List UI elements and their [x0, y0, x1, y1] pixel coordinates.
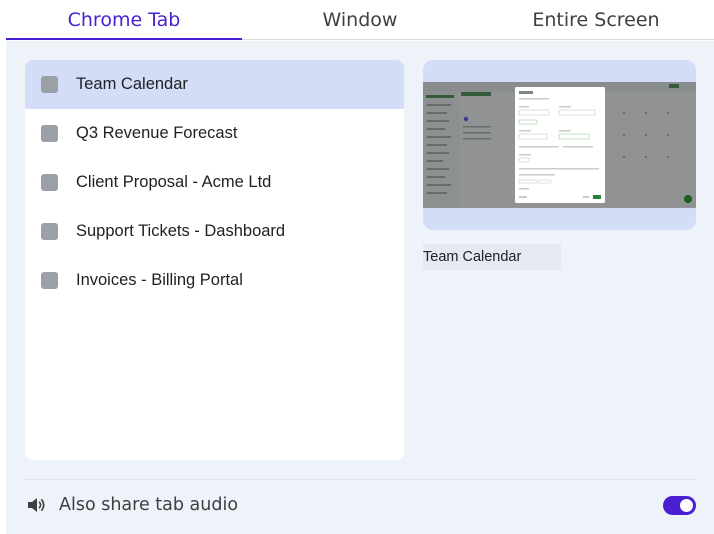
tab-entire-screen[interactable]: Entire Screen [478, 0, 714, 39]
tab-list-item-label: Team Calendar [76, 75, 188, 93]
favicon-placeholder-icon [41, 174, 58, 191]
favicon-placeholder-icon [41, 125, 58, 142]
share-audio-label: Also share tab audio [59, 495, 239, 515]
favicon-placeholder-icon [41, 76, 58, 93]
tab-list: Team Calendar Q3 Revenue Forecast Client… [25, 60, 404, 460]
tab-list-item-support-tickets[interactable]: Support Tickets - Dashboard [25, 207, 404, 256]
preview-title: Team Calendar [423, 244, 561, 270]
tab-list-item-team-calendar[interactable]: Team Calendar [25, 60, 404, 109]
tab-list-item-label: Q3 Revenue Forecast [76, 124, 238, 142]
speaker-icon [25, 495, 47, 515]
share-audio-toggle[interactable] [663, 496, 696, 515]
share-audio-row: Also share tab audio [25, 490, 696, 520]
favicon-placeholder-icon [41, 223, 58, 240]
tab-window[interactable]: Window [242, 0, 478, 39]
tab-list-item-invoices[interactable]: Invoices - Billing Portal [25, 256, 404, 305]
tab-list-item-label: Client Proposal - Acme Ltd [76, 173, 272, 191]
tab-chrome-tab[interactable]: Chrome Tab [6, 0, 242, 40]
tab-list-item-label: Invoices - Billing Portal [76, 271, 243, 289]
tab-list-item-q3-revenue-forecast[interactable]: Q3 Revenue Forecast [25, 109, 404, 158]
preview-thumbnail [423, 82, 696, 208]
divider [25, 479, 696, 480]
share-panel: Team Calendar Q3 Revenue Forecast Client… [6, 41, 714, 534]
favicon-placeholder-icon [41, 272, 58, 289]
preview-thumbnail-image [423, 82, 696, 208]
tab-list-item-client-proposal[interactable]: Client Proposal - Acme Ltd [25, 158, 404, 207]
tab-preview [423, 60, 696, 230]
tab-list-item-label: Support Tickets - Dashboard [76, 222, 286, 240]
source-tabs: Chrome Tab Window Entire Screen [6, 0, 714, 40]
toggle-knob [680, 499, 693, 512]
